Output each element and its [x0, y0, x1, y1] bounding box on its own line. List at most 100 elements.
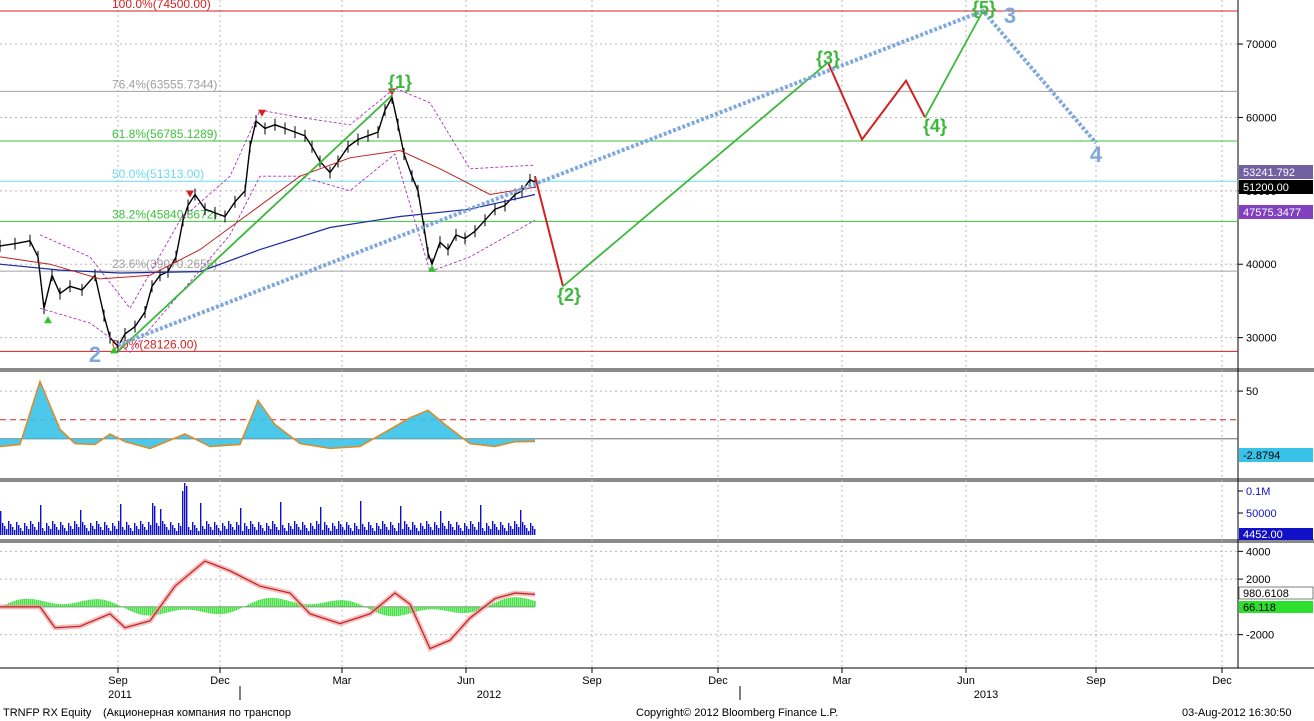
macd-histogram-bar — [226, 606, 228, 614]
volume-bar — [392, 525, 394, 535]
volume-bar — [422, 526, 424, 535]
macd-histogram-bar — [288, 600, 290, 607]
volume-bar — [52, 521, 54, 535]
volume-bar — [8, 521, 10, 535]
volume-bar — [366, 530, 368, 535]
volume-bar — [404, 521, 406, 535]
macd-histogram-bar — [388, 606, 390, 616]
large-degree-waves — [117, 8, 1098, 347]
volume-bar — [350, 528, 352, 535]
macd-histogram-bar — [470, 606, 472, 613]
volume-bar — [436, 525, 438, 535]
macd-histogram-bar — [216, 606, 218, 615]
volume-bar — [226, 529, 228, 535]
volume-bar — [316, 521, 318, 535]
macd-histogram-bar — [320, 603, 322, 607]
macd-histogram-bar — [504, 598, 506, 607]
volume-bar — [480, 505, 482, 535]
volume-bar — [102, 530, 104, 535]
volume-bar — [446, 529, 448, 535]
macd-histogram-bar — [450, 606, 452, 612]
volume-bar — [400, 506, 402, 535]
volume-bar — [506, 531, 508, 535]
macd-histogram-bar — [498, 600, 500, 607]
macd-histogram-bar — [190, 606, 192, 610]
volume-bar — [440, 511, 442, 535]
volume-bar — [302, 522, 304, 535]
volume-bar — [290, 526, 292, 535]
volume-bar — [62, 525, 64, 535]
volume-bar — [442, 523, 444, 535]
macd-histogram-bar — [144, 606, 146, 616]
macd-histogram-bar — [96, 599, 98, 607]
y-tick-label: 60000 — [1246, 112, 1277, 124]
macd-histogram-bar — [94, 599, 96, 607]
fib-label: 61.8%(56785.1289) — [112, 127, 217, 141]
macd-histogram-bar — [186, 606, 188, 610]
macd-histogram-bar — [310, 604, 312, 607]
volume-bar — [46, 523, 48, 535]
volume-bar — [476, 530, 478, 535]
volume-bar — [444, 526, 446, 535]
volume-bar — [466, 526, 468, 535]
macd-histogram-bar — [318, 603, 320, 607]
volume-bar — [18, 525, 20, 535]
macd-histogram-bar — [440, 606, 442, 610]
volume-bar — [386, 527, 388, 535]
volume-bar — [360, 501, 362, 535]
wave-labels: {1} {2} {3} {4} {5} 2 3 4 — [89, 0, 1103, 367]
macd-histogram-bar — [356, 603, 358, 607]
macd-histogram-bar — [336, 600, 338, 607]
volume-bar — [432, 530, 434, 535]
volume-bar — [184, 483, 186, 535]
volume-bar — [310, 523, 312, 535]
macd-histogram-bar — [60, 604, 62, 607]
wave-label: {1} — [388, 72, 412, 92]
macd-histogram-bar — [52, 603, 54, 607]
volume-bar — [134, 523, 136, 535]
volume-bar — [160, 509, 162, 535]
volume-bar — [260, 525, 262, 535]
macd-histogram-bar — [80, 601, 82, 607]
macd-histogram-bar — [348, 600, 350, 607]
macd-histogram-bar — [452, 606, 454, 613]
volume-bar — [312, 526, 314, 535]
macd-histogram-bar — [86, 600, 88, 607]
volume-bar — [140, 521, 142, 535]
volume-bar — [224, 526, 226, 535]
macd-histogram-bar — [212, 606, 214, 614]
macd-histogram-bar — [272, 597, 274, 607]
wave-label: 2 — [89, 342, 101, 367]
year-label: 2013 — [974, 689, 998, 701]
volume-bar — [388, 530, 390, 535]
volume-bar — [20, 528, 22, 535]
macd-histogram-bar — [222, 606, 224, 614]
volume-bar — [512, 529, 514, 535]
y-tick-label: 40000 — [1246, 259, 1277, 271]
bloomberg-chart: 100.0%(74500.00) 76.4%(63555.7344) 61.8%(5… — [0, 0, 1314, 719]
macd-histogram-bar — [130, 606, 132, 612]
macd-histogram-bar — [326, 601, 328, 607]
macd-histogram-bar — [342, 600, 344, 607]
macd-histogram-bar — [256, 600, 258, 607]
signal-marker — [44, 316, 52, 324]
volume-bar — [262, 528, 264, 535]
volume-bar — [526, 528, 528, 535]
macd-histogram-bar — [106, 600, 108, 607]
volume-bar — [508, 523, 510, 535]
macd-histogram-bar — [184, 606, 186, 610]
volume-bar — [530, 523, 532, 535]
volume-bar — [330, 531, 332, 535]
macd-tick-label: 4000 — [1246, 546, 1270, 558]
volume-bar — [10, 524, 12, 535]
macd-histogram-bar — [328, 601, 330, 607]
volume-bar — [408, 527, 410, 535]
macd-histogram-bar — [98, 599, 100, 607]
volume-bar — [332, 523, 334, 535]
signal-marker — [186, 190, 194, 198]
macd-histogram-bar — [518, 597, 520, 607]
volume-bar — [178, 523, 180, 535]
volume-bar — [180, 526, 182, 535]
volume-bar — [378, 526, 380, 535]
macd-histogram-bar — [148, 606, 150, 616]
